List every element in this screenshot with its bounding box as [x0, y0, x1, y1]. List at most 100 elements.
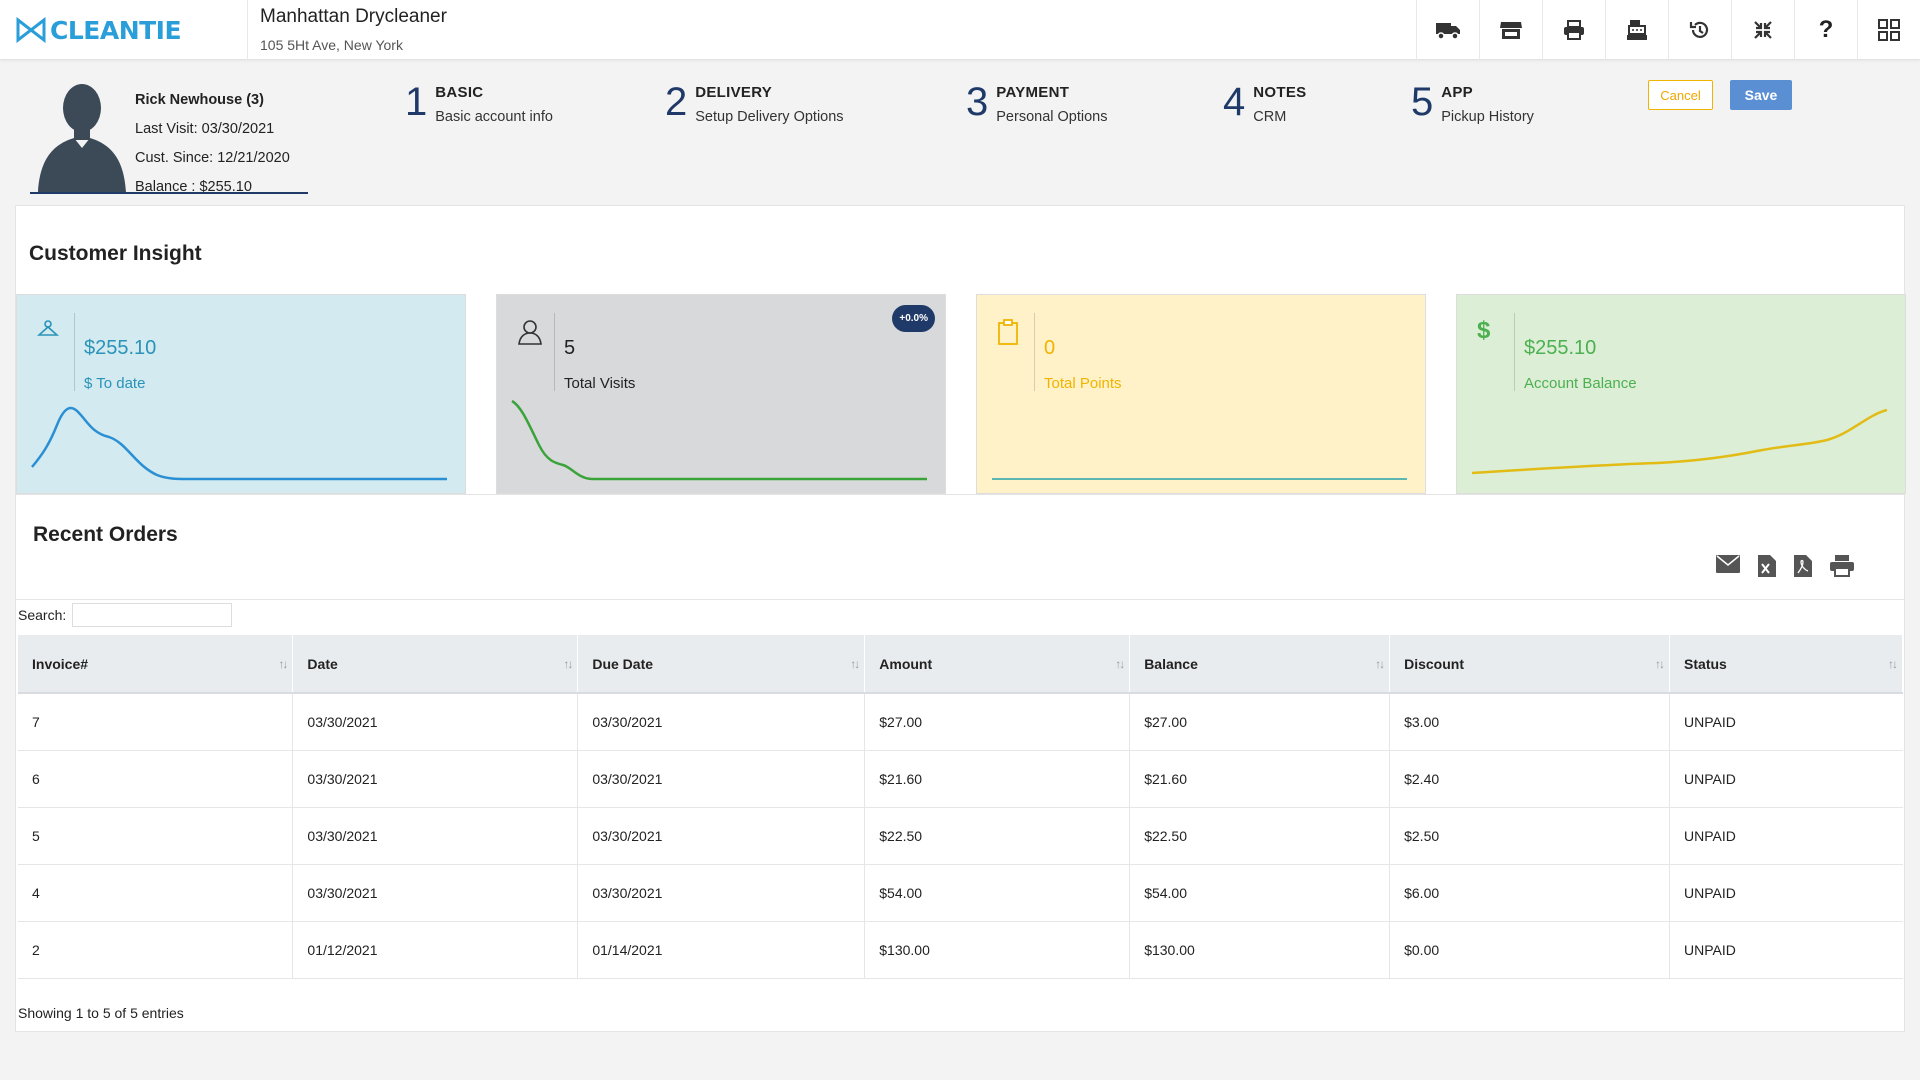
step-payment[interactable]: 3 PAYMENT Personal Options — [966, 82, 1107, 125]
help-icon[interactable]: ? — [1794, 0, 1857, 60]
column-header-date[interactable]: Date ↑↓ — [292, 635, 579, 694]
cell-due-date: 03/30/2021 — [577, 807, 866, 865]
save-button[interactable]: Save — [1730, 80, 1792, 110]
customer-balance: Balance : $255.10 — [135, 179, 252, 195]
history-icon[interactable] — [1668, 0, 1731, 60]
pdf-icon[interactable] — [1794, 555, 1812, 577]
cell-invoice: 4 — [18, 864, 294, 922]
step-subtitle: CRM — [1253, 109, 1287, 125]
cell-status: UNPAID — [1669, 693, 1903, 751]
insight-title: Customer Insight — [29, 242, 202, 265]
customer-profile: Rick Newhouse (3) Last Visit: 03/30/2021… — [30, 70, 308, 195]
collapse-icon[interactable] — [1731, 0, 1794, 60]
logo-text: CLEANTIE — [50, 15, 182, 45]
cell-date: 03/30/2021 — [292, 750, 579, 808]
orders-title: Recent Orders — [33, 523, 178, 546]
column-header-balance[interactable]: Balance ↑↓ — [1129, 635, 1391, 694]
table-header-row: Invoice# ↑↓ Date ↑↓ Due Date ↑↓ Amount ↑↓ Ba… — [18, 635, 1903, 694]
step-notes[interactable]: 4 NOTES CRM — [1223, 80, 1307, 125]
cell-due-date: 03/30/2021 — [577, 864, 866, 922]
store-icon[interactable] — [1479, 0, 1542, 60]
table-row[interactable]: 2 01/12/2021 01/14/2021 $130.00 $130.00 … — [18, 921, 1903, 979]
cell-discount: $6.00 — [1389, 864, 1671, 922]
customer-insight-panel: Customer Insight $255.10 $ To date 5 Tot… — [15, 205, 1906, 495]
customer-info: Rick Newhouse (3) Last Visit: 03/30/2021… — [135, 86, 290, 202]
top-bar: CLEANTIE Manhattan Drycleaner 105 5Ht Av… — [0, 0, 1920, 60]
column-header-discount[interactable]: Discount ↑↓ — [1389, 635, 1671, 694]
step-title: APP — [1441, 84, 1473, 101]
customer-since: Cust. Since: 12/21/2020 — [135, 150, 290, 166]
sort-icon: ↑↓ — [1888, 657, 1898, 671]
step-number: 4 — [1223, 80, 1246, 124]
customer-name[interactable]: Rick Newhouse (3) — [135, 86, 290, 115]
table-row[interactable]: 4 03/30/2021 03/30/2021 $54.00 $54.00 $6… — [18, 864, 1903, 922]
avatar — [38, 84, 126, 192]
sort-icon: ↑↓ — [850, 657, 860, 671]
card-total-points: 0 Total Points — [976, 294, 1426, 494]
logo[interactable]: CLEANTIE — [0, 0, 248, 60]
truck-icon[interactable] — [1416, 0, 1479, 60]
step-delivery[interactable]: 2 DELIVERY Setup Delivery Options — [665, 82, 844, 125]
cell-balance: $130.00 — [1129, 921, 1391, 979]
printer-icon[interactable] — [1542, 0, 1605, 60]
cell-date: 01/12/2021 — [292, 921, 579, 979]
step-title: DELIVERY — [695, 84, 773, 101]
cell-balance: $21.60 — [1129, 750, 1391, 808]
step-subtitle: Basic account info — [435, 109, 553, 125]
grid-icon[interactable] — [1857, 0, 1920, 60]
cell-amount: $22.50 — [864, 807, 1131, 865]
cancel-button[interactable]: Cancel — [1648, 80, 1713, 110]
store-info: Manhattan Drycleaner 105 5Ht Ave, New Yo… — [260, 6, 447, 53]
cell-date: 03/30/2021 — [292, 693, 579, 751]
cell-discount: $2.50 — [1389, 807, 1671, 865]
cell-invoice: 5 — [18, 807, 294, 865]
cell-due-date: 01/14/2021 — [577, 921, 866, 979]
cell-balance: $54.00 — [1129, 864, 1391, 922]
table-row[interactable]: 6 03/30/2021 03/30/2021 $21.60 $21.60 $2… — [18, 750, 1903, 808]
step-number: 5 — [1411, 80, 1434, 124]
table-row[interactable]: 5 03/30/2021 03/30/2021 $22.50 $22.50 $2… — [18, 807, 1903, 865]
toolbar: ? — [1416, 0, 1920, 60]
search-label: Search: — [18, 607, 67, 623]
step-basic[interactable]: 1 BASIC Basic account info — [405, 82, 553, 125]
search: Search: — [18, 603, 233, 627]
sort-icon: ↑↓ — [278, 657, 288, 671]
column-header-invoice[interactable]: Invoice# ↑↓ — [18, 635, 294, 694]
email-icon[interactable] — [1716, 555, 1740, 573]
cell-balance: $22.50 — [1129, 807, 1391, 865]
orders-table: Invoice# ↑↓ Date ↑↓ Due Date ↑↓ Amount ↑↓ Ba… — [18, 635, 1903, 979]
logo-bowtie-icon — [16, 17, 46, 43]
step-title: NOTES — [1253, 84, 1307, 101]
sparkline-total-points — [992, 478, 1407, 480]
cash-register-icon[interactable] — [1605, 0, 1668, 60]
step-app[interactable]: 5 APP Pickup History — [1411, 80, 1534, 125]
cell-amount: $130.00 — [864, 921, 1131, 979]
cell-balance: $27.00 — [1129, 693, 1391, 751]
sort-icon: ↑↓ — [1655, 657, 1665, 671]
card-total-visits: 5 Total Visits +0.0% — [496, 294, 946, 494]
table-row[interactable]: 7 03/30/2021 03/30/2021 $27.00 $27.00 $3… — [18, 693, 1903, 751]
sparkline-total-visits — [511, 399, 927, 481]
cell-discount: $0.00 — [1389, 921, 1671, 979]
export-toolbar — [1716, 555, 1854, 577]
divider — [16, 599, 1904, 600]
print-icon[interactable] — [1830, 555, 1854, 577]
cell-discount: $3.00 — [1389, 693, 1671, 751]
column-header-status[interactable]: Status ↑↓ — [1669, 635, 1903, 694]
store-address: 105 5Ht Ave, New York — [260, 37, 403, 53]
excel-icon[interactable] — [1758, 555, 1776, 577]
column-header-due-date[interactable]: Due Date ↑↓ — [577, 635, 866, 694]
sort-icon: ↑↓ — [1115, 657, 1125, 671]
cell-date: 03/30/2021 — [292, 807, 579, 865]
search-input[interactable] — [72, 603, 233, 627]
cell-invoice: 7 — [18, 693, 294, 751]
last-visit: Last Visit: 03/30/2021 — [135, 121, 275, 137]
cell-invoice: 2 — [18, 921, 294, 979]
table-info: Showing 1 to 5 of 5 entries — [18, 1005, 184, 1021]
column-header-amount[interactable]: Amount ↑↓ — [864, 635, 1131, 694]
cell-discount: $2.40 — [1389, 750, 1671, 808]
step-subtitle: Pickup History — [1441, 109, 1534, 125]
cell-status: UNPAID — [1669, 807, 1903, 865]
sort-icon: ↑↓ — [563, 657, 573, 671]
recent-orders-panel: Recent Orders Search: Invoice# ↑↓ Date ↑↓ … — [15, 495, 1905, 1032]
